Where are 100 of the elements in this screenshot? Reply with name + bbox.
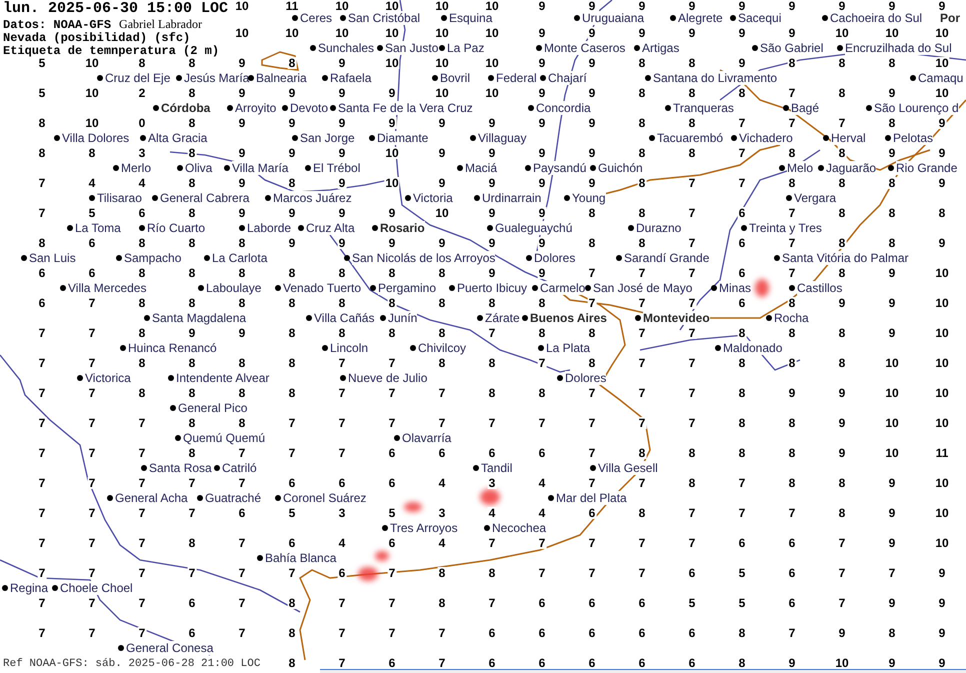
city-dot <box>766 315 772 321</box>
temperature-label: 6 <box>638 627 646 639</box>
temperature-label: 7 <box>588 387 596 399</box>
city-label: San Jorge <box>300 131 355 145</box>
city-dot <box>310 45 316 51</box>
city-dot <box>822 15 828 21</box>
city-label: Ceres <box>300 11 332 25</box>
temperature-label: 7 <box>638 297 646 309</box>
temperature-label: 8 <box>688 477 696 489</box>
city-label: La Carlota <box>212 251 268 265</box>
temperature-label: 7 <box>238 627 246 639</box>
city-label: Marcos Juárez <box>273 191 352 205</box>
city-label: Zárate <box>485 311 520 325</box>
temperature-label: 8 <box>888 207 896 219</box>
temperature-label: 10 <box>934 357 950 369</box>
temperature-label: 7 <box>38 507 46 519</box>
temperature-label: 8 <box>838 57 846 69</box>
city-label: Arroyito <box>235 101 276 115</box>
temperature-label: 6 <box>288 537 296 549</box>
temperature-label: 8 <box>338 327 346 339</box>
temperature-label: 9 <box>838 297 846 309</box>
city-dot <box>525 165 531 171</box>
temperature-label: 10 <box>934 57 950 69</box>
temperature-label: 5 <box>738 567 746 579</box>
temperature-label: 7 <box>588 477 596 489</box>
temperature-label: 9 <box>338 237 346 249</box>
city-label: General Pico <box>178 401 248 415</box>
label-type: Etiqueta de temnperatura (2 m) <box>3 45 220 58</box>
temperature-label: 8 <box>688 117 696 129</box>
city-label: San Justo <box>385 41 438 55</box>
city-dot <box>538 345 544 351</box>
temperature-label: 9 <box>538 27 546 39</box>
city-label: Laboulaye <box>206 281 262 295</box>
temperature-label: 7 <box>338 357 346 369</box>
city-dot <box>866 105 872 111</box>
temperature-label: 8 <box>188 147 196 159</box>
city-label: Cruz del Eje <box>105 71 170 85</box>
city-label: Intendente Alvear <box>176 371 270 385</box>
temperature-label: 7 <box>688 297 696 309</box>
temperature-label: 9 <box>188 327 196 339</box>
temperature-label: 7 <box>138 417 146 429</box>
city-dot <box>144 315 150 321</box>
temperature-label: 8 <box>88 147 96 159</box>
temperature-label: 9 <box>488 207 496 219</box>
temperature-label: 9 <box>838 387 846 399</box>
temperature-label: 9 <box>838 417 846 429</box>
temperature-label: 0 <box>138 117 146 129</box>
temperature-label: 7 <box>788 507 796 519</box>
temperature-label: 9 <box>238 117 246 129</box>
city-label: Urdinarrain <box>482 191 542 205</box>
temperature-label: 9 <box>338 177 346 189</box>
temperature-label: 8 <box>238 417 246 429</box>
city-label: Balnearia <box>256 71 307 85</box>
city-label: Maldonado <box>723 341 782 355</box>
city-dot <box>715 345 721 351</box>
city-dot <box>97 75 103 81</box>
city-label: Santa Vitória do Palmar <box>782 251 909 265</box>
temperature-label: 2 <box>138 87 146 99</box>
temperature-label: 9 <box>388 117 396 129</box>
temperature-label: 10 <box>884 447 900 459</box>
temperature-label: 10 <box>834 27 850 39</box>
temperature-label: 7 <box>488 597 496 609</box>
city-label: Bovril <box>440 71 470 85</box>
city-label: Encruzilhada do Sul <box>845 41 952 55</box>
temperature-label: 10 <box>334 27 350 39</box>
temperature-label: 8 <box>188 237 196 249</box>
temperature-label: 6 <box>538 597 546 609</box>
temperature-label: 9 <box>588 87 596 99</box>
city-dot <box>257 555 263 561</box>
temperature-label: 8 <box>438 597 446 609</box>
temperature-label: 6 <box>338 477 346 489</box>
temperature-label: 10 <box>934 327 950 339</box>
temperature-label: 8 <box>238 267 246 279</box>
city-label: La Toma <box>75 221 121 235</box>
temperature-label: 7 <box>838 117 846 129</box>
city-label: Villa Dolores <box>62 131 130 145</box>
city-label: São Gabriel <box>760 41 824 55</box>
temperature-label: 8 <box>738 657 746 669</box>
city-label: La Plata <box>546 341 590 355</box>
temperature-label: 8 <box>388 267 396 279</box>
temperature-label: 10 <box>934 507 950 519</box>
temperature-label: 9 <box>438 147 446 159</box>
temperature-label: 7 <box>38 447 46 459</box>
city-label: San Cristóbal <box>348 11 420 25</box>
city-label: Durazno <box>636 221 682 235</box>
city-dot <box>265 195 271 201</box>
city-dot <box>176 75 182 81</box>
temperature-label: 6 <box>638 657 646 669</box>
city-dot <box>239 225 245 231</box>
temperature-label: 9 <box>788 27 796 39</box>
temperature-label: 7 <box>338 657 346 669</box>
temperature-label: 7 <box>488 537 496 549</box>
city-dot <box>711 285 717 291</box>
temperature-label: 7 <box>38 537 46 549</box>
temperature-label: 8 <box>288 597 296 609</box>
temperature-label: 7 <box>38 627 46 639</box>
temperature-label: 7 <box>38 417 46 429</box>
temperature-label: 8 <box>588 237 596 249</box>
temperature-label: 9 <box>338 57 346 69</box>
city-label: Rafaela <box>330 71 372 85</box>
